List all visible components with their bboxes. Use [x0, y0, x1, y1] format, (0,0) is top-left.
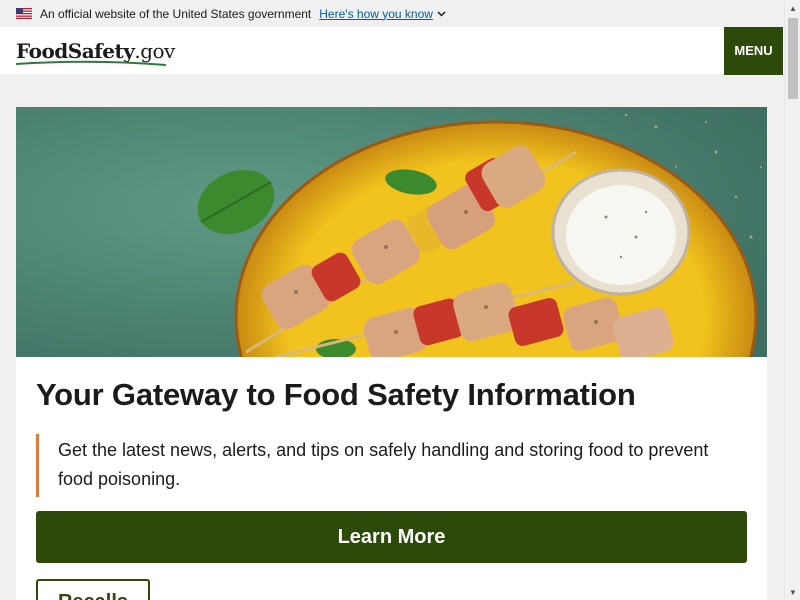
scroll-down-icon[interactable]: ▼ [785, 584, 800, 600]
us-flag-icon [16, 8, 32, 19]
logo-swoosh-icon [16, 60, 166, 66]
hero-description: Get the latest news, alerts, and tips on… [36, 434, 736, 497]
foodsafety-logo[interactable]: FoodSafety .gov [16, 33, 175, 69]
recalls-button[interactable]: Recalls [36, 579, 150, 600]
page-title: Your Gateway to Food Safety Information [36, 377, 636, 412]
hero-image [16, 107, 767, 357]
scroll-up-icon[interactable]: ▲ [785, 0, 800, 16]
gov-banner-text: An official website of the United States… [40, 6, 312, 21]
chevron-down-icon [437, 10, 446, 17]
learn-more-button[interactable]: Learn More [36, 511, 747, 563]
hero-card: Your Gateway to Food Safety Information … [16, 107, 767, 600]
menu-button[interactable]: MENU [724, 26, 783, 75]
scrollbar-thumb[interactable] [788, 18, 798, 99]
page-scrollbar[interactable]: ▲ ▼ [784, 0, 800, 600]
heres-how-you-know-link[interactable]: Here's how you know [319, 7, 446, 21]
heres-how-you-know-label: Here's how you know [319, 6, 433, 21]
site-header: FoodSafety .gov MENU [0, 26, 784, 75]
gov-banner: An official website of the United States… [0, 0, 784, 27]
